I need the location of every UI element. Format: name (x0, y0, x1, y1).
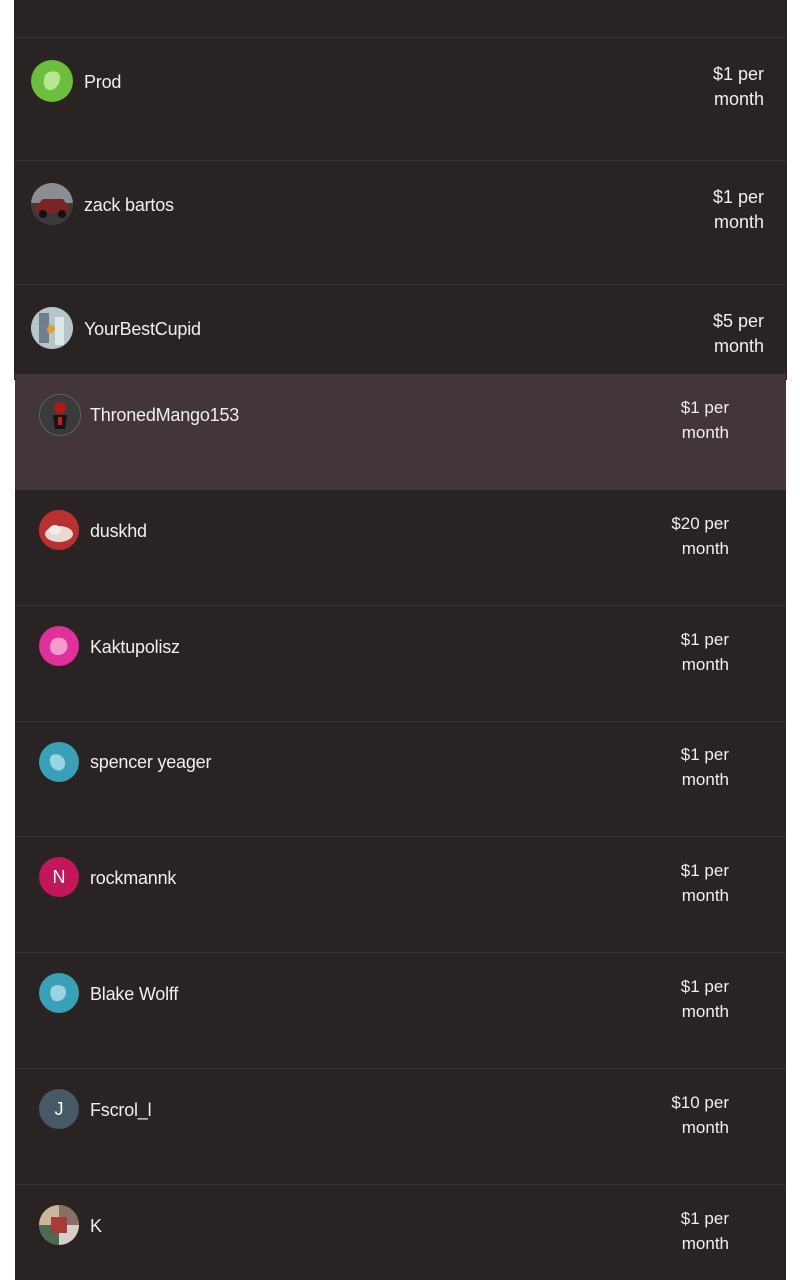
supporter-row[interactable]: N rockmannk $1 per month (15, 837, 786, 952)
supporter-price: $1 per month (681, 627, 729, 677)
supporter-name[interactable]: Kaktupolisz (90, 637, 180, 658)
red-photo-avatar-icon (39, 510, 79, 550)
teal-blob-avatar-icon (39, 742, 79, 782)
supporters-list: Prod $1 per month zack bartos $1 per mon… (0, 0, 800, 1280)
supporter-row[interactable]: Kaktupolisz $1 per month (15, 606, 786, 721)
price-period: month (681, 1234, 729, 1253)
supporter-row[interactable]: K $1 per month (15, 1185, 786, 1280)
price-amount: $1 per (680, 630, 729, 649)
supporter-row[interactable]: YourBestCupid $5 per month (14, 285, 787, 374)
supporter-row[interactable]: Prod $1 per month (14, 38, 787, 160)
price-amount: $1 per (712, 64, 764, 84)
teal-blob-avatar-icon (39, 973, 79, 1013)
supporter-name[interactable]: YourBestCupid (84, 319, 201, 340)
supporter-price: $1 per month (713, 62, 764, 112)
supporter-name[interactable]: duskhd (90, 521, 147, 542)
green-blob-avatar-icon (31, 60, 73, 102)
price-period: month (681, 655, 729, 674)
photo-avatar-icon (31, 307, 73, 349)
supporter-row[interactable]: duskhd $20 per month (15, 490, 786, 605)
price-period: month (681, 539, 729, 558)
supporter-price: $1 per month (681, 742, 729, 792)
price-period: month (681, 423, 729, 442)
supporter-price: $5 per month (713, 309, 764, 359)
supporter-price: $1 per month (681, 974, 729, 1024)
price-amount: $10 per (671, 1093, 729, 1112)
price-period: month (713, 212, 764, 232)
car-photo-avatar-icon (31, 183, 73, 225)
supporter-price: $20 per month (671, 511, 729, 561)
supporter-row[interactable]: spencer yeager $1 per month (15, 722, 786, 836)
supporter-price: $1 per month (681, 1206, 729, 1256)
supporter-row[interactable]: ThronedMango153 $1 per month (15, 374, 786, 490)
price-period: month (713, 336, 764, 356)
supporter-price: $10 per month (671, 1090, 729, 1140)
price-amount: $1 per (680, 977, 729, 996)
price-amount: $1 per (680, 1209, 729, 1228)
price-period: month (681, 1118, 729, 1137)
supporter-name[interactable]: ThronedMango153 (90, 405, 239, 426)
supporter-name[interactable]: Fscrol_l (90, 1100, 152, 1121)
supporter-price: $1 per month (681, 395, 729, 445)
price-amount: $1 per (680, 398, 729, 417)
price-amount: $1 per (712, 187, 764, 207)
supporter-name[interactable]: zack bartos (84, 195, 174, 216)
supporter-price: $1 per month (713, 185, 764, 235)
initial-avatar-icon: J (39, 1089, 79, 1129)
supporter-name[interactable]: K (90, 1216, 102, 1237)
price-period: month (681, 770, 729, 789)
supporter-row[interactable]: J Fscrol_l $10 per month (15, 1069, 786, 1184)
supporter-row[interactable]: Blake Wolff $1 per month (15, 953, 786, 1068)
supporter-price: $1 per month (681, 858, 729, 908)
price-period: month (681, 1002, 729, 1021)
supporter-name[interactable]: rockmannk (90, 868, 176, 889)
price-amount: $1 per (680, 745, 729, 764)
collage-photo-avatar-icon (39, 1205, 79, 1245)
price-amount: $1 per (680, 861, 729, 880)
price-amount: $5 per (712, 311, 764, 331)
price-amount: $20 per (671, 514, 729, 533)
price-period: month (681, 886, 729, 905)
supporter-name[interactable]: Blake Wolff (90, 984, 178, 1005)
price-period: month (713, 89, 764, 109)
supporter-name[interactable]: spencer yeager (90, 752, 211, 773)
initial-avatar-icon: N (39, 857, 79, 897)
red-figure-avatar-icon (39, 394, 81, 436)
pink-blob-avatar-icon (39, 626, 79, 666)
supporter-name[interactable]: Prod (84, 72, 121, 93)
supporter-row[interactable]: zack bartos $1 per month (14, 161, 787, 284)
